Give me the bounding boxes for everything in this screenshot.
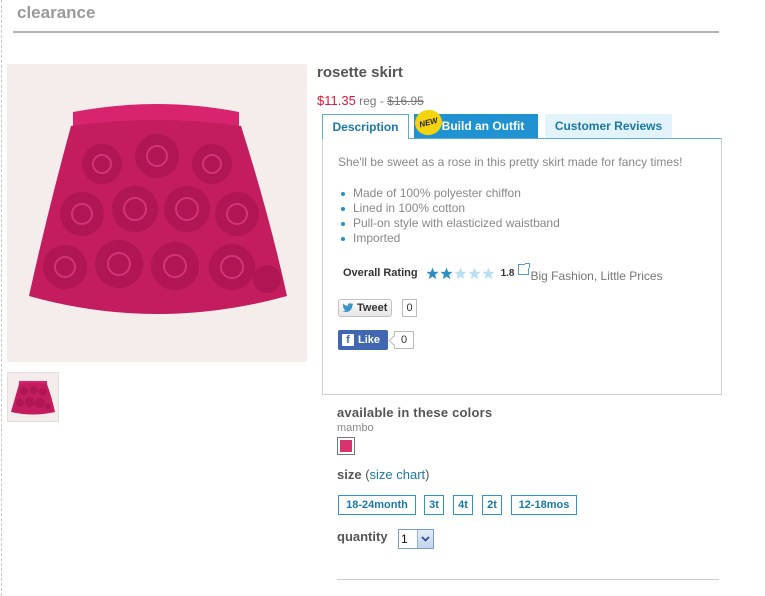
- rating-stars: [425, 267, 495, 280]
- star-empty-icon: [481, 267, 495, 279]
- feature-item: Lined in 100% cotton: [338, 201, 560, 216]
- star-filled-icon: [425, 267, 439, 279]
- feature-item: Imported: [338, 231, 560, 246]
- brand-tagline: Big Fashion, Little Prices: [530, 269, 663, 283]
- size-option-4t[interactable]: 4t: [453, 495, 473, 515]
- price-line: $11.35 reg - $16.95: [317, 93, 424, 108]
- rating-row: Overall Rating 1.8 Big Fashion, Little P…: [343, 262, 663, 283]
- star-filled-icon: [439, 267, 453, 279]
- tweet-label: Tweet: [357, 302, 388, 314]
- product-name: rosette skirt: [317, 64, 403, 81]
- title-divider: [13, 31, 719, 33]
- color-swatch-fill: [340, 440, 352, 452]
- external-link-icon[interactable]: [518, 262, 531, 275]
- feature-item: Made of 100% polyester chiffon: [338, 186, 560, 201]
- tweet-count: 0: [402, 299, 417, 317]
- section-title: clearance: [17, 3, 96, 22]
- quantity-value: 1: [401, 532, 408, 546]
- quantity-select[interactable]: 1: [398, 529, 434, 549]
- quantity-label: quantity: [337, 529, 388, 544]
- left-divider: [1, 0, 2, 596]
- twitter-bird-icon: [342, 303, 354, 313]
- rating-value: 1.8: [500, 267, 515, 279]
- facebook-like-button[interactable]: f Like: [338, 330, 388, 350]
- size-option-2t[interactable]: 2t: [482, 495, 502, 515]
- original-price: $16.95: [387, 94, 424, 108]
- tab-description[interactable]: Description: [322, 114, 409, 139]
- rating-label: Overall Rating: [343, 267, 418, 279]
- star-empty-icon: [453, 267, 467, 279]
- like-count: 0: [394, 331, 414, 349]
- like-label: Like: [358, 334, 381, 346]
- size-open-paren: (: [361, 467, 370, 482]
- main-product-image[interactable]: [7, 64, 307, 362]
- feature-item: Pull-on style with elasticized waistband: [338, 216, 560, 231]
- size-option-18-24month[interactable]: 18-24month: [338, 495, 416, 515]
- facebook-icon: f: [342, 334, 354, 346]
- chevron-down-icon[interactable]: [417, 530, 433, 548]
- tab-customer-reviews[interactable]: Customer Reviews: [545, 114, 672, 138]
- color-swatch[interactable]: [337, 437, 355, 455]
- bottom-divider: [337, 579, 719, 580]
- description-text: She'll be sweet as a rose in this pretty…: [338, 155, 683, 169]
- size-label: size: [337, 467, 362, 482]
- skirt-image: [29, 104, 287, 314]
- skirt-thumbnail-image: [11, 381, 55, 415]
- selected-color-name: mambo: [337, 422, 374, 434]
- tweet-button[interactable]: Tweet: [338, 299, 393, 317]
- star-empty-icon: [467, 267, 481, 279]
- feature-list: Made of 100% polyester chiffon Lined in …: [338, 186, 560, 246]
- size-chart-link[interactable]: size chart: [370, 467, 426, 482]
- size-heading: size (size chart): [337, 467, 430, 482]
- reg-label: reg -: [359, 94, 388, 108]
- size-option-12-18mos[interactable]: 12-18mos: [511, 495, 577, 515]
- description-panel: She'll be sweet as a rose in this pretty…: [322, 138, 722, 395]
- size-close-paren: ): [425, 467, 430, 482]
- size-option-3t[interactable]: 3t: [424, 495, 444, 515]
- colors-heading: available in these colors: [337, 405, 493, 420]
- product-thumbnail[interactable]: [7, 372, 59, 422]
- sale-price: $11.35: [317, 93, 356, 108]
